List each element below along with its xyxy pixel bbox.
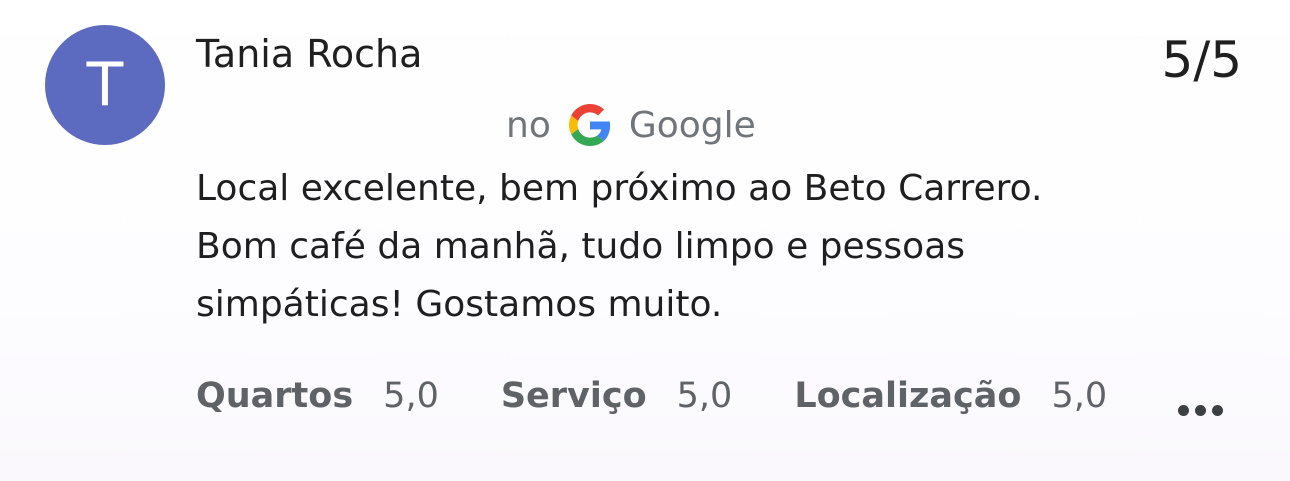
category-ratings: Quartos 5,0 Serviço 5,0 Localização 5,0: [196, 370, 1169, 422]
rating-label: Serviço: [500, 376, 647, 416]
rating-value: 5,0: [676, 376, 733, 416]
avatar[interactable]: T: [45, 25, 165, 145]
review-source: no Google: [506, 100, 756, 150]
more-horizontal-icon: [1175, 404, 1226, 416]
review-text-line: simpáticas! Gostamos muito.: [196, 284, 723, 325]
review-card: T Tania Rocha 5/5 no Google Local excele…: [0, 0, 1290, 481]
rating-label: Localização: [794, 376, 1022, 416]
review-text-line: Local excelente, bem próximo ao Beto Car…: [196, 168, 1043, 209]
rating-rooms: Quartos 5,0: [196, 376, 439, 416]
rating-value: 5,0: [383, 376, 439, 416]
more-options-button[interactable]: [1170, 392, 1230, 428]
review-text-line: Bom café da manhã, tudo limpo e pessoas: [196, 226, 966, 267]
source-name: Google: [628, 104, 756, 146]
reviewer-name[interactable]: Tania Rocha: [196, 30, 422, 78]
rating-label: Quartos: [196, 376, 354, 416]
rating-service: Serviço 5,0: [501, 376, 732, 416]
google-g-icon: [568, 104, 610, 146]
avatar-letter: T: [86, 50, 124, 120]
rating-value: 5,0: [1051, 376, 1108, 416]
review-text: Local excelente, bem próximo ao Beto Car…: [196, 160, 1116, 334]
review-score: 5/5: [1161, 31, 1242, 89]
source-prefix: no: [506, 104, 551, 146]
rating-location: Localização 5,0: [794, 376, 1107, 416]
